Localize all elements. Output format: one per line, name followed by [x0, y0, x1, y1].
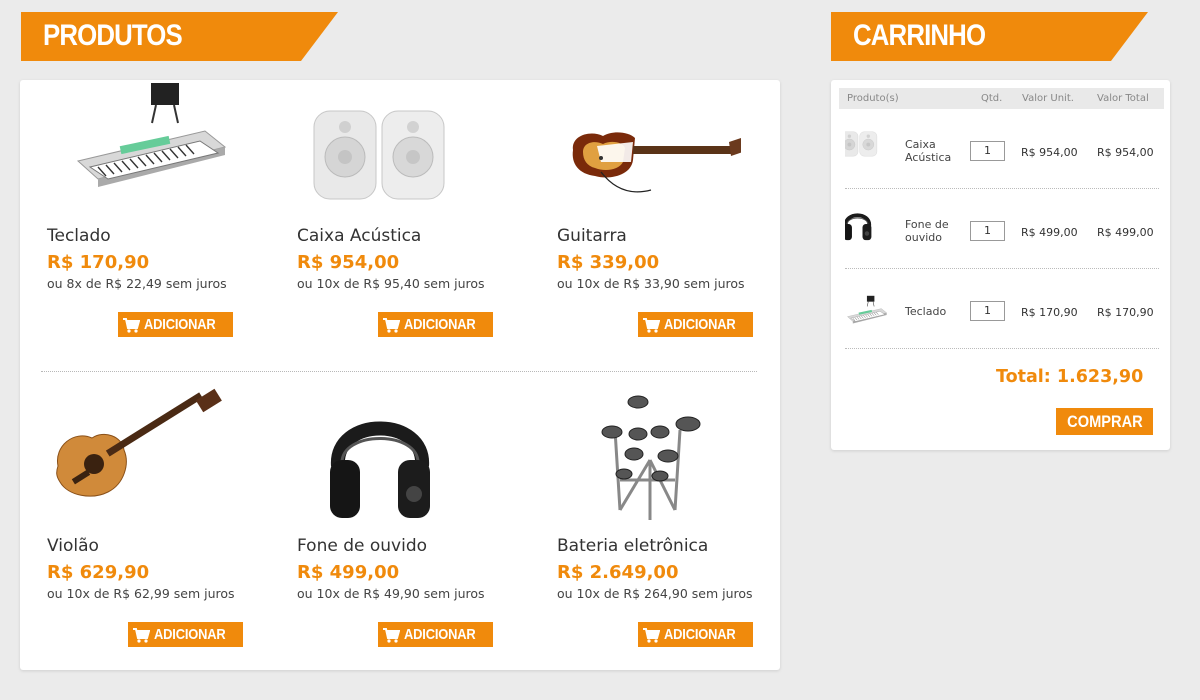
unit-price: R$ 499,00	[1021, 226, 1078, 239]
cart-row: Fone de ouvido 1 R$ 499,00 R$ 499,00	[845, 201, 1155, 261]
cart-total: Total: 1.623,90	[996, 367, 1144, 387]
product-name: Fone de ouvido	[297, 536, 428, 556]
product-price: R$ 2.649,00	[557, 562, 679, 583]
add-to-cart-button[interactable]: ADICIONAR	[638, 622, 754, 647]
product-installments: ou 10x de R$ 264,90 sem juros	[557, 586, 753, 601]
product-card-bateria-eletronica: Bateria eletrônica R$ 2.649,00 ou 10x de…	[550, 390, 770, 650]
product-card-violao: Violão R$ 629,90 ou 10x de R$ 62,99 sem …	[47, 390, 280, 650]
col-qty: Qtd.	[981, 93, 1003, 104]
product-card-guitarra: Guitarra R$ 339,00 ou 10x de R$ 33,90 se…	[550, 80, 770, 340]
product-card-teclado: Teclado R$ 170,90 ou 8x de R$ 22,49 sem …	[47, 80, 280, 340]
products-row-divider	[41, 371, 757, 372]
headphones-image	[290, 390, 470, 520]
total-price: R$ 954,00	[1097, 146, 1154, 159]
cart-item-name: Caixa Acústica	[905, 138, 952, 164]
add-to-cart-button[interactable]: ADICIONAR	[638, 312, 754, 337]
product-name: Violão	[47, 536, 99, 556]
electronic-drums-image	[560, 390, 740, 520]
add-to-cart-button[interactable]: ADICIONAR	[378, 312, 494, 337]
cart-icon	[382, 317, 400, 333]
product-installments: ou 10x de R$ 33,90 sem juros	[557, 276, 745, 291]
products-panel: Teclado R$ 170,90 ou 8x de R$ 22,49 sem …	[20, 80, 780, 670]
col-total: Valor Total	[1097, 93, 1149, 104]
product-price: R$ 629,90	[47, 562, 150, 583]
product-price: R$ 954,00	[297, 252, 400, 273]
product-name: Caixa Acústica	[297, 226, 422, 246]
col-unit: Valor Unit.	[1022, 93, 1074, 104]
cart-icon	[382, 627, 400, 643]
product-price: R$ 499,00	[297, 562, 400, 583]
quantity-input[interactable]: 1	[970, 141, 1005, 161]
add-to-cart-button[interactable]: ADICIONAR	[378, 622, 494, 647]
cart-icon	[642, 317, 660, 333]
cart-icon	[642, 627, 660, 643]
unit-price: R$ 954,00	[1021, 146, 1078, 159]
total-price: R$ 499,00	[1097, 226, 1154, 239]
cart-row-divider	[845, 188, 1159, 189]
cart-row-divider	[845, 348, 1159, 349]
cart-panel: Produto(s) Qtd. Valor Unit. Valor Total …	[831, 80, 1170, 450]
quantity-input[interactable]: 1	[970, 221, 1005, 241]
keyboard-thumbnail	[845, 293, 895, 329]
product-name: Guitarra	[557, 226, 627, 246]
acoustic-guitar-image	[48, 388, 228, 518]
add-to-cart-button[interactable]: ADICIONAR	[128, 622, 244, 647]
cart-heading: CARRINHO	[853, 19, 986, 52]
product-name: Bateria eletrônica	[557, 536, 709, 556]
products-heading-banner: PRODUTOS	[21, 12, 338, 61]
total-price: R$ 170,90	[1097, 306, 1154, 319]
speakers-thumbnail	[845, 131, 895, 171]
product-installments: ou 10x de R$ 62,99 sem juros	[47, 586, 235, 601]
cart-row-divider	[845, 268, 1159, 269]
add-to-cart-button[interactable]: ADICIONAR	[118, 312, 234, 337]
headphones-thumbnail	[845, 203, 895, 259]
keyboard-image	[50, 75, 230, 205]
cart-item-name: Teclado	[905, 305, 947, 318]
products-heading: PRODUTOS	[43, 19, 183, 52]
cart-row: Caixa Acústica 1 R$ 954,00 R$ 954,00	[845, 121, 1155, 181]
cart-row: Teclado 1 R$ 170,90 R$ 170,90	[845, 281, 1155, 341]
unit-price: R$ 170,90	[1021, 306, 1078, 319]
product-card-caixa-acustica: Caixa Acústica R$ 954,00 ou 10x de R$ 95…	[290, 80, 510, 340]
col-product: Produto(s)	[847, 93, 899, 104]
product-installments: ou 10x de R$ 49,90 sem juros	[297, 586, 485, 601]
speakers-image	[270, 75, 450, 205]
cart-table-header: Produto(s) Qtd. Valor Unit. Valor Total	[839, 88, 1164, 109]
product-installments: ou 10x de R$ 95,40 sem juros	[297, 276, 485, 291]
cart-item-name: Fone de ouvido	[905, 218, 949, 244]
product-installments: ou 8x de R$ 22,49 sem juros	[47, 276, 227, 291]
product-price: R$ 339,00	[557, 252, 660, 273]
electric-guitar-image	[556, 80, 746, 210]
buy-button[interactable]: COMPRAR	[1056, 408, 1153, 435]
quantity-input[interactable]: 1	[970, 301, 1005, 321]
product-price: R$ 170,90	[47, 252, 150, 273]
cart-heading-banner: CARRINHO	[831, 12, 1148, 61]
product-card-fone-de-ouvido: Fone de ouvido R$ 499,00 ou 10x de R$ 49…	[290, 390, 510, 650]
cart-icon	[122, 317, 140, 333]
product-name: Teclado	[47, 226, 111, 246]
cart-icon	[132, 627, 150, 643]
